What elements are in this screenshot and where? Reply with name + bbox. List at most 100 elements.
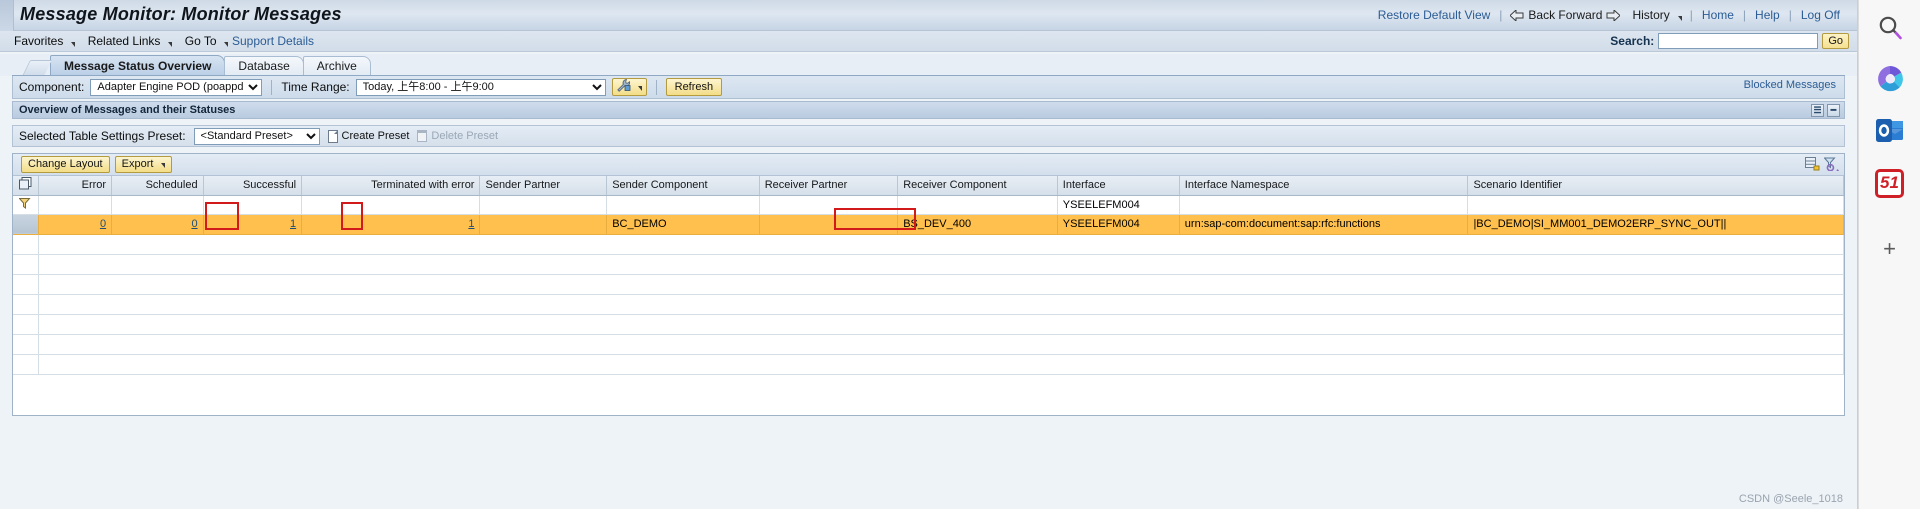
filter-cell-error[interactable]	[38, 195, 113, 215]
log-off-link[interactable]: Log Off	[1794, 8, 1847, 22]
watermark-text: CSDN @Seele_1018	[1738, 493, 1843, 505]
search-label: Search:	[1610, 34, 1655, 48]
outlook-icon[interactable]	[1873, 114, 1907, 148]
app-51-icon[interactable]: 51	[1873, 166, 1907, 200]
column-header-sender-partner[interactable]: Sender Partner	[479, 176, 608, 196]
select-all-header[interactable]	[13, 176, 40, 196]
refresh-button[interactable]: Refresh	[665, 78, 723, 96]
filter-cell-interface-namespace[interactable]	[1179, 195, 1469, 215]
messages-table: Error Scheduled Successful Terminated wi…	[13, 176, 1844, 375]
back-forward-button[interactable]: Back Forward	[1504, 8, 1626, 22]
cell-successful[interactable]: 1	[203, 214, 303, 235]
time-range-select[interactable]: Today, 上午8:00 - 上午9:00	[355, 78, 606, 96]
personalize-icon[interactable]: ☰	[1811, 104, 1824, 117]
component-select[interactable]: Adapter Engine POD (poappdev)	[90, 78, 263, 96]
tab-database[interactable]: Database	[224, 56, 304, 76]
windows-taskbar: 51 +	[1858, 0, 1920, 509]
top-navigation: Restore Default View | Back Forward Hist…	[1371, 8, 1847, 22]
cell-error[interactable]: 0	[38, 214, 113, 235]
row-selector[interactable]	[13, 274, 40, 295]
search-area: Search: Go	[1610, 33, 1849, 49]
history-button[interactable]: History	[1626, 8, 1687, 22]
column-header-interface[interactable]: Interface	[1057, 176, 1180, 196]
column-header-interface-namespace[interactable]: Interface Namespace	[1179, 176, 1469, 196]
cell-scheduled[interactable]: 0	[111, 214, 204, 235]
filter-cell-sender-component[interactable]	[606, 195, 760, 215]
cell-successful-link[interactable]: 1	[290, 218, 296, 230]
cell-scenario-identifier: |BC_DEMO|SI_MM001_DEMO2ERP_SYNC_OUT||	[1467, 214, 1844, 235]
column-header-scenario-identifier[interactable]: Scenario Identifier	[1467, 176, 1844, 196]
table-toolbar: Change Layout Export	[13, 154, 1844, 176]
filter-cell-receiver-partner[interactable]	[759, 195, 899, 215]
filter-cell-scheduled[interactable]	[111, 195, 204, 215]
column-header-terminated-with-error[interactable]: Terminated with error	[301, 176, 481, 196]
collapse-icon[interactable]: ━	[1827, 104, 1840, 117]
back-forward-label: Back Forward	[1528, 8, 1603, 22]
cell-terminated-with-error[interactable]: 1	[301, 214, 481, 235]
row-selector[interactable]	[13, 354, 40, 375]
column-header-successful[interactable]: Successful	[203, 176, 303, 196]
table-settings-icon[interactable]	[1805, 157, 1820, 174]
create-preset-button[interactable]: Create Preset	[327, 129, 410, 143]
blocked-messages-link[interactable]: Blocked Messages	[1744, 79, 1836, 91]
cell-scheduled-link[interactable]: 0	[191, 218, 197, 230]
row-selector[interactable]	[13, 234, 40, 255]
search-go-button[interactable]: Go	[1822, 33, 1849, 49]
cell-terminated-link[interactable]: 1	[468, 218, 474, 230]
restore-default-view-link[interactable]: Restore Default View	[1371, 8, 1498, 22]
search-icon[interactable]	[1873, 10, 1907, 44]
column-header-receiver-partner[interactable]: Receiver Partner	[759, 176, 899, 196]
row-selector[interactable]	[13, 334, 40, 355]
filter-settings-icon[interactable]	[1823, 157, 1839, 174]
add-icon[interactable]: +	[1873, 232, 1907, 266]
filter-row-icon-cell[interactable]	[13, 195, 40, 215]
menu-item-related-links-label: Related Links	[87, 34, 161, 48]
row-selector[interactable]	[13, 254, 40, 275]
preset-select[interactable]: <Standard Preset>	[193, 127, 320, 145]
time-range-settings-button[interactable]	[611, 78, 647, 96]
row-selector[interactable]	[13, 294, 40, 315]
filter-cell-successful[interactable]	[203, 195, 303, 215]
chevron-down-icon	[223, 42, 228, 47]
row-selector[interactable]	[13, 314, 40, 335]
cell-error-link[interactable]: 0	[100, 218, 106, 230]
chevron-down-icon	[1677, 15, 1682, 21]
filter-cell-terminated[interactable]	[301, 195, 481, 215]
time-range-label: Time Range:	[281, 80, 350, 94]
column-header-error[interactable]: Error	[38, 176, 113, 196]
copilot-icon[interactable]	[1873, 62, 1907, 96]
table-empty-row	[13, 294, 1844, 315]
empty-cells	[38, 294, 1844, 315]
column-header-sender-component[interactable]: Sender Component	[606, 176, 760, 196]
menu-bar: Favorites Related Links Go To Support De…	[0, 31, 1857, 52]
chevron-down-icon	[70, 42, 75, 47]
chevron-down-icon	[167, 42, 172, 47]
tab-strip: Message Status Overview Database Archive	[0, 54, 1857, 76]
nav-separator-4: |	[1788, 8, 1792, 22]
column-header-receiver-component[interactable]: Receiver Component	[897, 176, 1058, 196]
search-input[interactable]	[1658, 33, 1819, 49]
create-preset-label: Create Preset	[341, 130, 410, 142]
title-bar-notch	[0, 0, 14, 31]
change-layout-button[interactable]: Change Layout	[21, 156, 110, 173]
title-bar: Message Monitor: Monitor Messages Restor…	[0, 0, 1857, 31]
menu-item-go-to[interactable]: Go To	[181, 34, 237, 48]
filter-cell-scenario-identifier[interactable]	[1467, 195, 1844, 215]
menu-item-related-links[interactable]: Related Links	[84, 34, 181, 48]
table-row[interactable]: 0 0 1 1 BC_DEMO BS_DEV_400 YSEELEFM004 u…	[13, 214, 1844, 235]
support-details-link[interactable]: Support Details	[232, 34, 314, 48]
menu-item-favorites[interactable]: Favorites	[10, 34, 84, 48]
tab-message-status-overview[interactable]: Message Status Overview	[50, 55, 226, 76]
row-selector[interactable]	[13, 214, 40, 235]
home-link[interactable]: Home	[1695, 8, 1741, 22]
table-empty-row	[13, 274, 1844, 295]
tab-archive[interactable]: Archive	[302, 56, 371, 76]
filter-cell-receiver-component[interactable]	[897, 195, 1058, 215]
column-header-scheduled[interactable]: Scheduled	[111, 176, 204, 196]
table-toolbar-icons	[1805, 157, 1839, 174]
export-button[interactable]: Export	[114, 156, 173, 173]
cell-sender-partner	[479, 214, 608, 235]
filter-cell-sender-partner[interactable]	[479, 195, 608, 215]
filter-cell-interface[interactable]: YSEELEFM004	[1057, 195, 1180, 215]
help-link[interactable]: Help	[1748, 8, 1787, 22]
